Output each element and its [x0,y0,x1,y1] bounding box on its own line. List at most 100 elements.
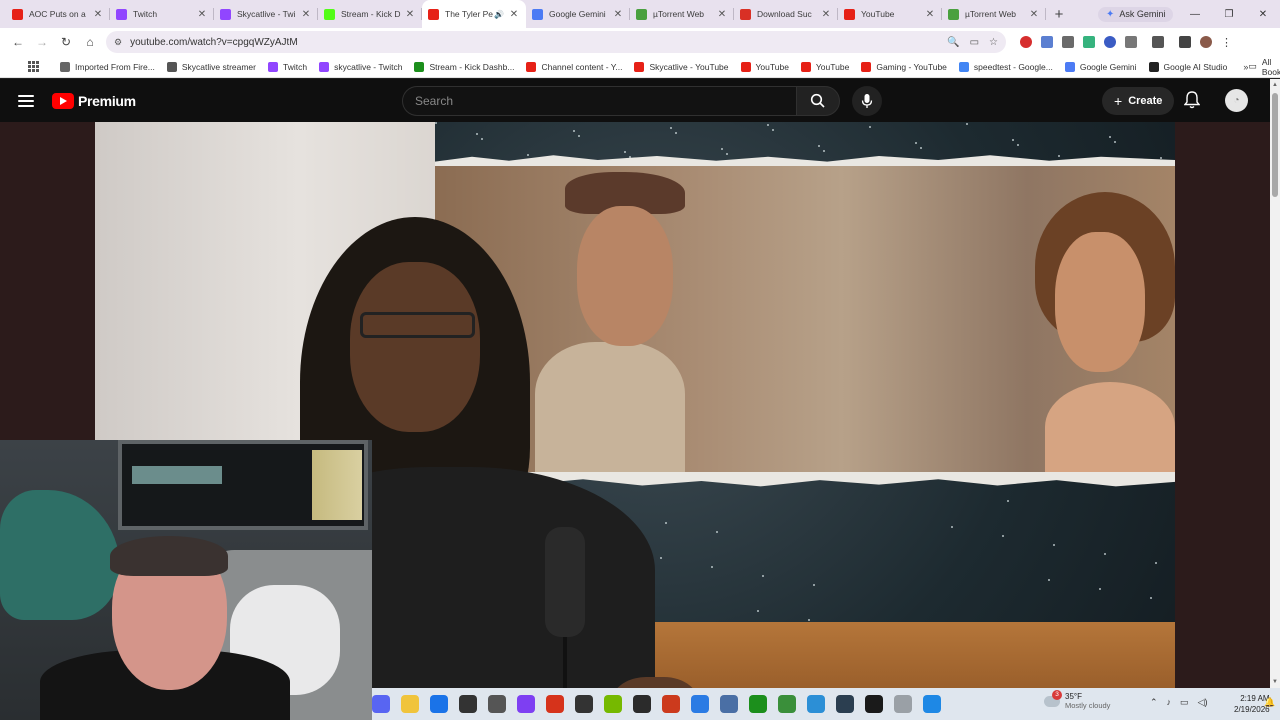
browser-tab[interactable]: Stream - Kick D ✕ [318,0,422,28]
youtube-logo[interactable]: Premium [52,92,136,109]
tab-close-icon[interactable]: ✕ [716,9,728,20]
create-button[interactable]: + Create [1102,87,1175,115]
scroll-up-icon[interactable]: ▲ [1272,82,1278,88]
bookmark-star-icon[interactable]: ☆ [989,37,998,48]
browser-tab[interactable]: Skycatlive - Twi ✕ [214,0,318,28]
browser-tab[interactable]: AOC Puts on a ✕ [6,0,110,28]
browser-tab[interactable]: µTorrent Web ✕ [942,0,1046,28]
account-avatar[interactable]: ◔ [1225,89,1248,112]
apps-grid-icon[interactable] [28,61,39,72]
streamlabs-icon[interactable] [546,695,564,713]
restore-icon[interactable]: ❐ [1212,0,1246,28]
bookmark-item[interactable]: Stream - Kick Dashb... [408,61,520,72]
notes-app-icon[interactable] [923,695,941,713]
sidebar-panel-icon[interactable] [1152,36,1164,48]
tab-close-icon[interactable]: ✕ [820,9,832,20]
browser-tab[interactable]: Twitch ✕ [110,0,214,28]
browser-tab[interactable]: Download Suc ✕ [734,0,838,28]
notifications-bell-icon[interactable] [1183,91,1201,114]
browser-tab[interactable]: The Tyler Pe 🔊 ✕ [422,0,526,28]
menu-kebab-icon[interactable]: ⋮ [1221,36,1232,49]
new-tab-button[interactable]: + [1048,0,1070,28]
tray-display-icon[interactable]: ▭ [1180,697,1189,708]
bookmark-item[interactable]: Google AI Studio [1143,61,1234,72]
extension-red-icon[interactable] [1020,36,1032,48]
checklist-icon[interactable] [488,695,506,713]
all-bookmarks-button[interactable]: ▭ All Bookmarks [1248,57,1280,77]
bookmark-item[interactable]: Gaming - YouTube [855,61,953,72]
close-window-icon[interactable]: ✕ [1246,0,1280,28]
nvidia-icon[interactable] [604,695,622,713]
zoom-icon[interactable]: 🔍 [947,37,959,48]
search-button[interactable] [796,86,840,116]
profile-avatar-icon[interactable] [1200,36,1212,48]
extension-speaker-icon[interactable] [1062,36,1074,48]
bookmark-item[interactable]: skycatlive - Twitch [313,61,408,72]
tab-audio-icon[interactable]: 🔊 [494,10,504,19]
cast-icon[interactable]: ▭ [970,37,979,48]
monitor-app-icon[interactable] [836,695,854,713]
weather-widget[interactable]: 3 35°F Mostly cloudy [1044,689,1110,710]
address-bar[interactable]: ⚙ youtube.com/watch?v=cpgqWZyAJtM 🔍 ▭ ☆ [106,31,1006,53]
back-icon[interactable]: ← [6,30,30,54]
chrome-icon[interactable] [430,695,448,713]
extension-green-icon[interactable] [1083,36,1095,48]
youtube-studio-icon[interactable] [662,695,680,713]
tray-chevron-icon[interactable]: ⌃ [1150,697,1158,708]
bookmark-item[interactable]: Imported From Fire... [54,61,161,72]
site-info-icon[interactable]: ⚙ [114,37,122,48]
extensions-puzzle-icon[interactable] [1125,36,1137,48]
kick-icon[interactable] [749,695,767,713]
mic-app-icon[interactable] [894,695,912,713]
edge-icon[interactable] [691,695,709,713]
home-icon[interactable]: ⌂ [78,30,102,54]
media-controls-icon[interactable] [1179,36,1191,48]
epic-games-icon[interactable] [633,695,651,713]
tab-close-icon[interactable]: ✕ [612,9,624,20]
bookmark-item[interactable]: YouTube [795,61,855,72]
file-explorer-icon[interactable] [401,695,419,713]
scroll-down-icon[interactable]: ▼ [1272,679,1278,685]
tab-close-icon[interactable]: ✕ [196,9,208,20]
globe-icon[interactable] [807,695,825,713]
bookmark-item[interactable]: YouTube [735,61,795,72]
tab-close-icon[interactable]: ✕ [508,9,520,20]
extension-violet-icon[interactable] [1104,36,1116,48]
guide-menu-icon[interactable] [18,94,34,107]
tab-close-icon[interactable]: ✕ [300,9,312,20]
url-text[interactable]: youtube.com/watch?v=cpgqWZyAJtM [130,37,947,48]
bookmark-item[interactable]: Skycatlive - YouTube [628,61,734,72]
bookmark-item[interactable]: Twitch [262,61,313,72]
tab-close-icon[interactable]: ✕ [924,9,936,20]
bookmark-item[interactable]: Skycatlive streamer [161,61,262,72]
obs-icon[interactable] [575,695,593,713]
discord-icon[interactable] [372,695,390,713]
github-desktop-icon[interactable] [459,695,477,713]
extension-blue-icon[interactable] [1041,36,1053,48]
forward-icon[interactable]: → [30,30,54,54]
page-scrollbar[interactable]: ▲ ▼ [1270,79,1280,688]
notification-center-icon[interactable]: 🔔 [1264,697,1275,708]
browser-tab[interactable]: µTorrent Web ✕ [630,0,734,28]
browser-tab[interactable]: YouTube ✕ [838,0,942,28]
tray-mic-icon[interactable]: ♪ [1167,697,1172,708]
youtube-icon [861,61,872,72]
ask-gemini-button[interactable]: ✦ Ask Gemini [1098,6,1174,22]
circle-app-icon[interactable] [517,695,535,713]
terminal-icon[interactable] [865,695,883,713]
scrollbar-thumb[interactable] [1272,93,1278,197]
tab-close-icon[interactable]: ✕ [404,9,416,20]
notepad-icon[interactable] [778,695,796,713]
bookmark-item[interactable]: Google Gemini [1059,61,1143,72]
bookmark-item[interactable]: speedtest - Google... [953,61,1059,72]
bookmark-item[interactable]: Channel content - Y... [520,61,628,72]
reload-icon[interactable]: ↻ [54,30,78,54]
voice-search-button[interactable] [852,86,882,116]
browser-tab[interactable]: Google Gemini ✕ [526,0,630,28]
tab-close-icon[interactable]: ✕ [92,9,104,20]
minimize-icon[interactable]: — [1178,0,1212,28]
volume-icon[interactable]: ◁) [1198,697,1208,708]
search-input[interactable] [402,86,796,116]
settings-icon[interactable] [720,695,738,713]
tab-close-icon[interactable]: ✕ [1028,9,1040,20]
